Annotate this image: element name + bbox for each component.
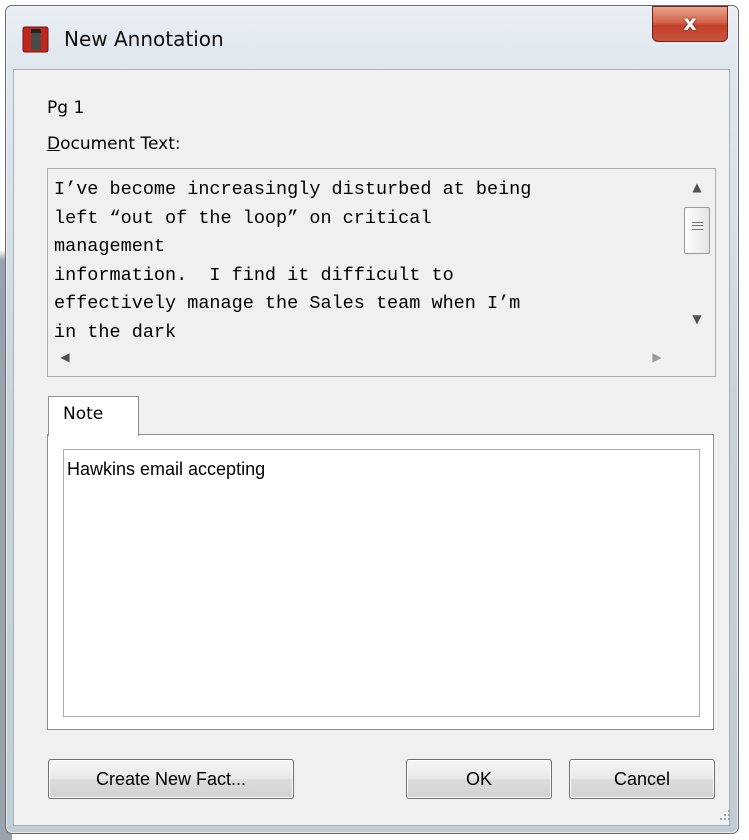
- horizontal-scrollbar[interactable]: ◀ ▶: [51, 342, 682, 374]
- document-text-line: left “out of the loop” on critical: [54, 207, 432, 229]
- document-text-line: I’ve become increasingly disturbed at be…: [54, 179, 532, 200]
- ok-button[interactable]: OK: [406, 759, 552, 799]
- document-text-line: information. I find it difficult to: [54, 264, 454, 286]
- grip-icon: [692, 222, 703, 226]
- scroll-right-icon[interactable]: ▶: [651, 350, 663, 364]
- page-number-label: Pg 1: [47, 98, 85, 118]
- document-text-content: I’ve become increasingly disturbed at be…: [54, 176, 674, 341]
- resize-grip-icon[interactable]: [718, 808, 732, 822]
- note-text-area[interactable]: Hawkins email accepting: [63, 449, 700, 717]
- vertical-scrollbar[interactable]: ▲ ▼: [682, 172, 712, 342]
- close-button[interactable]: x: [652, 6, 728, 42]
- document-text-line: effectively manage the Sales team when I…: [54, 293, 521, 315]
- scroll-down-icon[interactable]: ▼: [682, 312, 712, 326]
- cancel-button[interactable]: Cancel: [569, 759, 715, 799]
- scroll-left-icon[interactable]: ◀: [59, 350, 71, 364]
- document-text-line: in the dark: [54, 321, 177, 341]
- document-text-label: Document Text:: [47, 134, 181, 154]
- create-new-fact-button[interactable]: Create New Fact...: [48, 759, 294, 799]
- window-title: New Annotation: [64, 27, 224, 51]
- document-text-line: management: [54, 236, 166, 258]
- scroll-up-icon[interactable]: ▲: [682, 180, 712, 194]
- vertical-scroll-thumb[interactable]: [684, 207, 710, 254]
- binder-icon: [22, 26, 49, 53]
- tab-note[interactable]: Note: [48, 396, 139, 436]
- scrollbar-corner: [682, 342, 712, 374]
